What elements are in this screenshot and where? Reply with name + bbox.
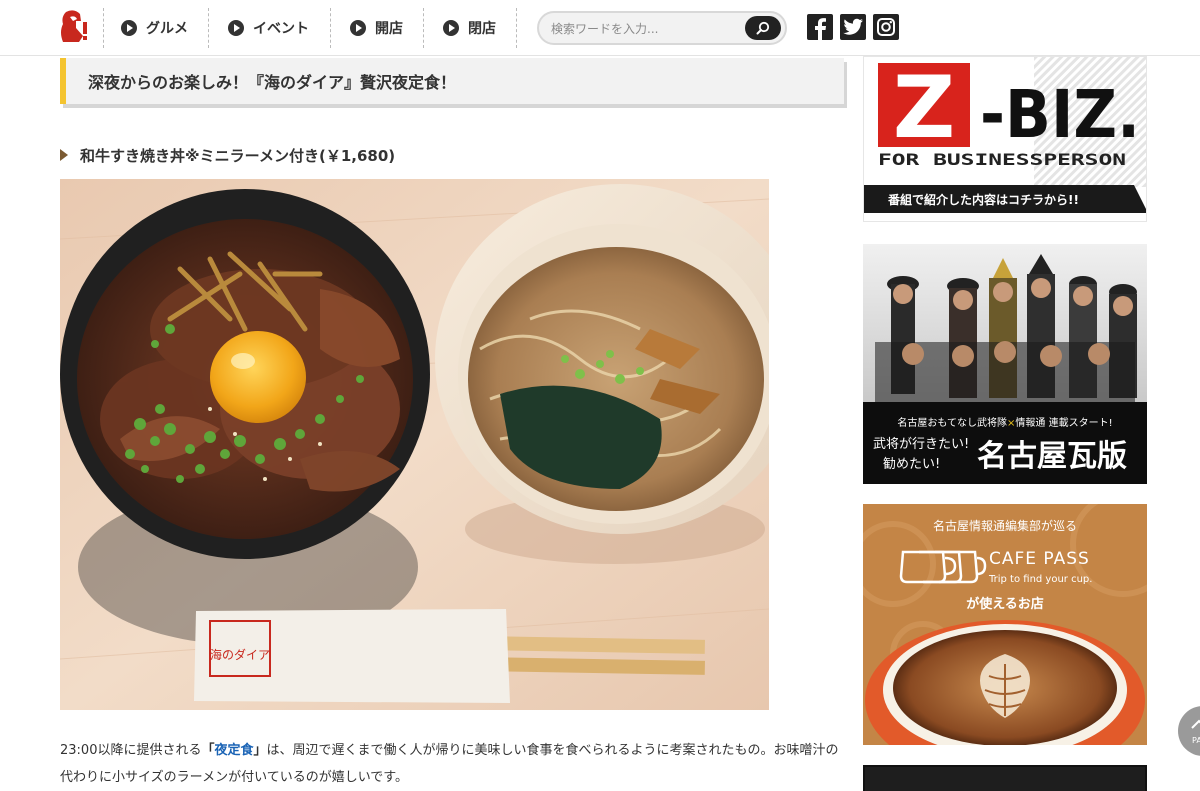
chopstick-wrapper-text: 海のダイア bbox=[210, 647, 270, 662]
nav-label: 閉店 bbox=[468, 21, 496, 37]
facebook-icon[interactable] bbox=[807, 14, 833, 40]
nav-arrow-icon bbox=[228, 20, 244, 36]
cafe-pass-bottom: が使えるお店 bbox=[966, 596, 1044, 612]
cafe-pass-top: 名古屋情報通編集部が巡る bbox=[933, 518, 1077, 533]
article-body: 23:00以降に提供される「夜定食」は、周辺で遅くまで働く人が帰りに美味しい食事… bbox=[60, 737, 850, 791]
subtitle-triangle-icon bbox=[60, 149, 68, 161]
nagoya-line1: 武将が行きたい! bbox=[873, 437, 969, 452]
quote-open: 「 bbox=[201, 743, 215, 758]
nagoya-small-text: 名古屋おもてなし武将隊 bbox=[897, 416, 1007, 429]
nav-item-close[interactable]: 閉店 bbox=[443, 10, 496, 46]
nagoya-graphic: 名古屋おもてなし武将隊×情報通 連載スタート! 武将が行きたい! 勧めたい! 名… bbox=[863, 244, 1147, 484]
highlight-term[interactable]: 夜定食 bbox=[214, 743, 253, 758]
twitter-icon[interactable] bbox=[840, 14, 866, 40]
nav-divider bbox=[423, 8, 424, 48]
svg-text:名古屋おもてなし武将隊×情報通 連載スタート!: 名古屋おもてなし武将隊×情報通 連載スタート! bbox=[897, 416, 1112, 429]
zbiz-banner[interactable]: Z -BIZ. FOR BUSINESSPERSON 番組で紹介した内容はコチラ… bbox=[863, 56, 1147, 222]
nav-arrow-icon bbox=[121, 20, 137, 36]
zbiz-logo-z: Z bbox=[893, 58, 955, 158]
article-title-box: 深夜からのお楽しみ！『海のダイア』贅沢夜定食！ bbox=[60, 58, 844, 104]
scroll-to-top-button[interactable]: PAGE bbox=[1178, 706, 1200, 756]
nav-divider bbox=[516, 8, 517, 48]
nagoya-small-tail: 情報通 連載スタート! bbox=[1015, 416, 1112, 429]
cafe-pass-sub: Trip to find your cup. bbox=[988, 574, 1092, 585]
nav-arrow-icon bbox=[350, 20, 366, 36]
zbiz-banner-text: 番組で紹介した内容はコチラから!! bbox=[887, 192, 1079, 207]
cafe-pass-title: CAFE PASS bbox=[989, 549, 1090, 569]
site-header: グルメ イベント 開店 閉店 bbox=[0, 0, 1200, 56]
bottom-ad-banner[interactable] bbox=[863, 765, 1147, 791]
menu-item-title: 和牛すき焼き丼※ミニラーメン付き(￥1,680) bbox=[80, 146, 396, 165]
nav-item-open[interactable]: 開店 bbox=[350, 10, 403, 46]
nagoya-kawaraban-banner[interactable]: 名古屋おもてなし武将隊×情報通 連載スタート! 武将が行きたい! 勧めたい! 名… bbox=[863, 244, 1147, 484]
search-input[interactable] bbox=[551, 19, 741, 39]
nagoya-line2: 勧めたい! bbox=[883, 456, 940, 472]
search-box bbox=[537, 11, 787, 45]
zbiz-tagline: FOR BUSINESSPERSON bbox=[878, 150, 1126, 169]
cafe-pass-banner[interactable]: 名古屋情報通編集部が巡る CAFE PASS Trip to find your… bbox=[863, 504, 1147, 745]
body-text-pre: 23:00以降に提供される bbox=[60, 743, 202, 758]
scroll-top-label: PAGE bbox=[1192, 736, 1200, 745]
nav-label: 開店 bbox=[375, 21, 403, 37]
nav-divider bbox=[208, 8, 209, 48]
nav-item-gourmet[interactable]: グルメ bbox=[121, 10, 188, 46]
menu-item-heading: 和牛すき焼き丼※ミニラーメン付き(￥1,680) bbox=[60, 144, 395, 166]
nav-item-event[interactable]: イベント bbox=[228, 10, 309, 46]
nagoya-big-title: 名古屋瓦版 bbox=[977, 439, 1127, 474]
food-photo: 海のダイア bbox=[60, 179, 769, 710]
zbiz-graphic: Z -BIZ. FOR BUSINESSPERSON 番組で紹介した内容はコチラ… bbox=[864, 57, 1146, 221]
nagoya-x-mark: × bbox=[1007, 418, 1015, 429]
zbiz-logo-rest: -BIZ. bbox=[980, 76, 1140, 153]
cafe-pass-graphic: 名古屋情報通編集部が巡る CAFE PASS Trip to find your… bbox=[863, 504, 1147, 745]
search-button[interactable] bbox=[745, 16, 781, 40]
search-icon bbox=[756, 21, 770, 35]
nav-divider bbox=[103, 8, 104, 48]
quote-close: 」 bbox=[253, 743, 267, 758]
instagram-icon[interactable] bbox=[873, 14, 899, 40]
nav-arrow-icon bbox=[443, 20, 459, 36]
article-title: 深夜からのお楽しみ！『海のダイア』贅沢夜定食！ bbox=[88, 73, 457, 92]
nav-label: グルメ bbox=[146, 21, 188, 37]
nav-divider bbox=[330, 8, 331, 48]
logo-icon[interactable] bbox=[57, 8, 91, 46]
nav-label: イベント bbox=[253, 21, 309, 37]
